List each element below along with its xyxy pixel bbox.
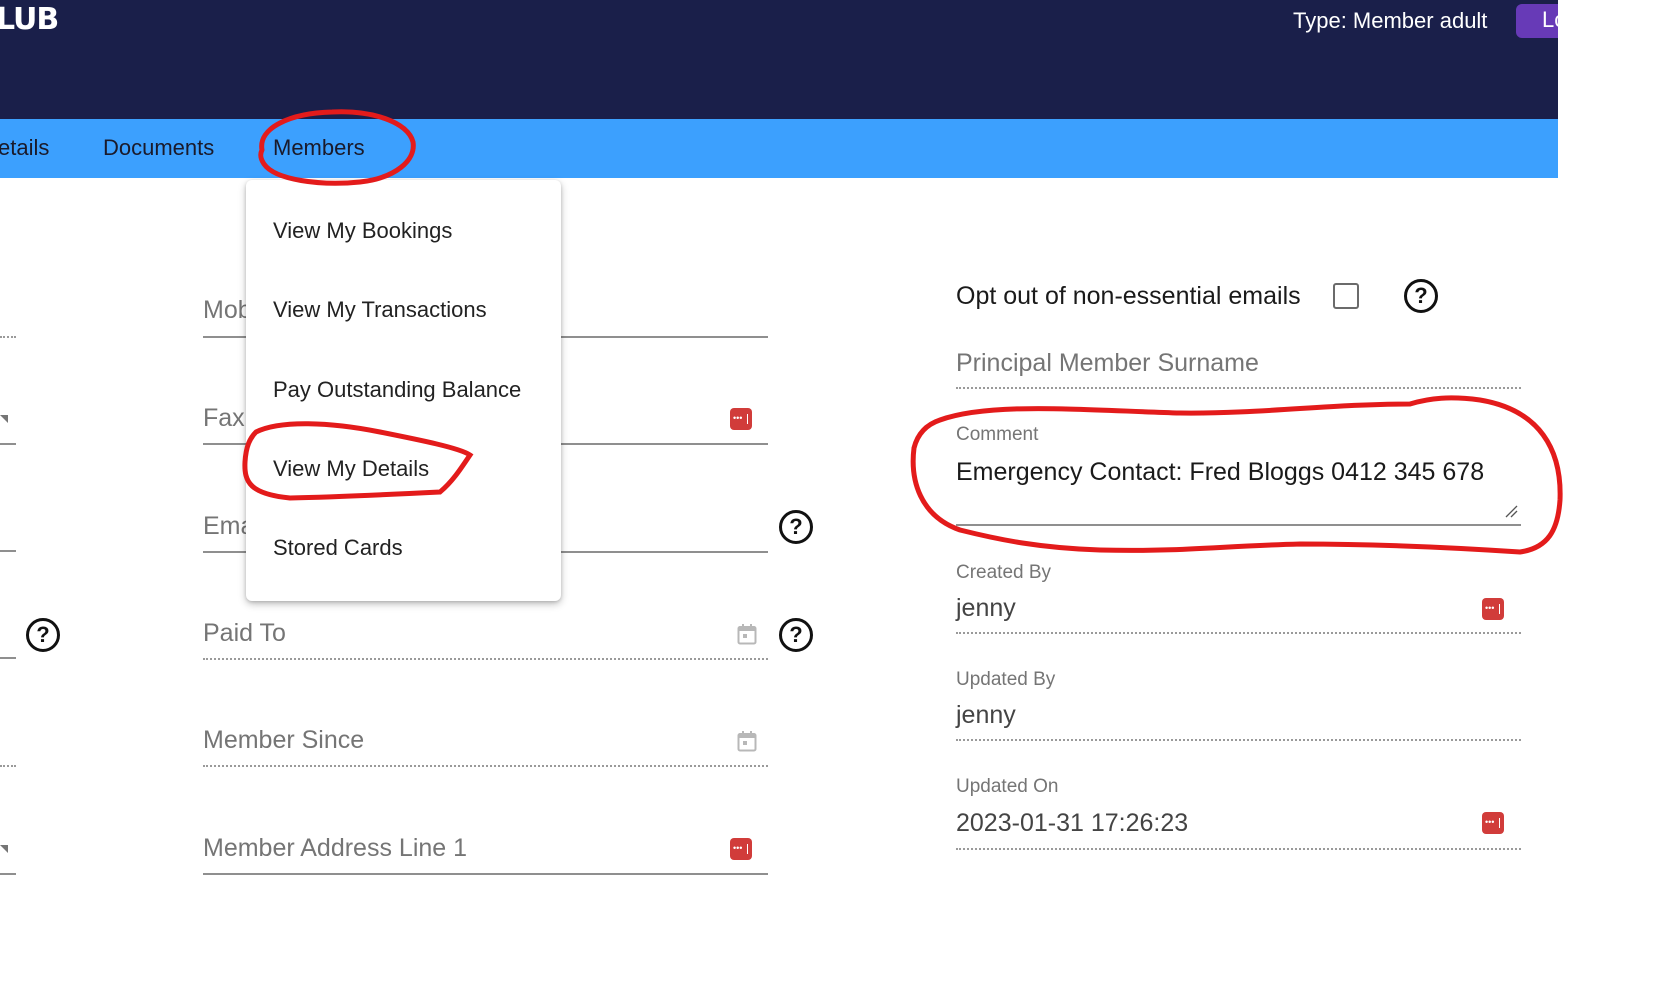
menu-item-view-my-details[interactable]: View My Details — [273, 456, 429, 482]
comment-underline — [956, 524, 1521, 526]
left-field-underline — [0, 657, 16, 659]
member-type-label: Type: Member adult — [1293, 8, 1488, 33]
menu-item-view-my-bookings[interactable]: View My Bookings — [273, 218, 452, 244]
nav-item-details[interactable]: etails — [0, 135, 49, 161]
comment-value[interactable]: Emergency Contact: Fred Bloggs 0412 345 … — [956, 458, 1484, 487]
opt-out-emails-label: Opt out of non-essential emails — [956, 282, 1301, 310]
main-nav: etails Documents Members — [0, 119, 1558, 178]
member-since-label: Member Since — [203, 726, 365, 754]
member-since-underline — [203, 765, 768, 767]
top-header: LUB Type: Member adult Lo — [0, 0, 1576, 119]
nav-item-documents[interactable]: Documents — [103, 135, 214, 161]
fax-label: Fax — [203, 404, 245, 432]
opt-out-emails-checkbox[interactable] — [1333, 283, 1359, 309]
help-icon[interactable]: ? — [779, 618, 813, 652]
updated-on-label: Updated On — [956, 776, 1059, 797]
paid-to-underline — [203, 658, 768, 660]
principal-member-surname-field[interactable]: Principal Member Surname — [956, 345, 1521, 393]
page: LUB Type: Member adult Lo etails Documen… — [0, 0, 1576, 999]
updated-on-field[interactable]: Updated On 2023-01-31 17:26:23 — [956, 774, 1521, 852]
created-by-label: Created By — [956, 562, 1052, 583]
comment-field[interactable]: Comment Emergency Contact: Fred Bloggs 0… — [956, 422, 1521, 530]
principal-member-surname-label: Principal Member Surname — [956, 349, 1259, 377]
created-by-underline — [956, 632, 1521, 634]
mobile-label: Mob — [203, 296, 252, 324]
lastpass-icon[interactable] — [730, 838, 752, 860]
lastpass-icon[interactable] — [1482, 812, 1504, 834]
left-field-underline — [0, 873, 16, 875]
updated-by-value: jenny — [956, 701, 1016, 729]
updated-on-underline — [956, 848, 1521, 850]
club-logo[interactable]: LUB — [0, 2, 59, 37]
calendar-icon[interactable] — [737, 730, 757, 752]
address-line-1-label: Member Address Line 1 — [203, 834, 468, 862]
comment-label: Comment — [956, 424, 1039, 445]
address-line-1-underline — [203, 873, 768, 875]
calendar-icon[interactable] — [737, 623, 757, 645]
opt-out-emails-row: Opt out of non-essential emails — [956, 280, 1436, 314]
help-icon[interactable]: ? — [26, 618, 60, 652]
lastpass-icon[interactable] — [1482, 598, 1504, 620]
address-line-1-field[interactable]: Member Address Line 1 — [203, 828, 768, 878]
paid-to-label: Paid To — [203, 619, 286, 647]
help-icon[interactable]: ? — [779, 510, 813, 544]
updated-by-label: Updated By — [956, 669, 1056, 690]
created-by-value: jenny — [956, 594, 1016, 622]
nav-item-members[interactable]: Members — [273, 135, 365, 161]
paid-to-field[interactable]: Paid To — [203, 613, 768, 663]
member-since-field[interactable]: Member Since — [203, 720, 768, 770]
menu-item-stored-cards[interactable]: Stored Cards — [273, 535, 403, 561]
left-field-underline — [0, 443, 16, 445]
menu-item-view-my-transactions[interactable]: View My Transactions — [273, 297, 487, 323]
left-field-underline — [0, 550, 16, 552]
resize-handle-icon[interactable] — [1504, 504, 1518, 518]
help-icon[interactable]: ? — [1404, 279, 1438, 313]
principal-surname-underline — [956, 387, 1521, 389]
dropdown-caret-icon[interactable] — [0, 415, 8, 423]
menu-item-pay-outstanding-balance[interactable]: Pay Outstanding Balance — [273, 377, 521, 403]
created-by-field[interactable]: Created By jenny — [956, 560, 1521, 636]
left-field-underline — [0, 336, 16, 338]
updated-by-field[interactable]: Updated By jenny — [956, 667, 1521, 743]
members-dropdown-menu: View My Bookings View My Transactions Pa… — [246, 180, 561, 601]
lastpass-icon[interactable] — [730, 408, 752, 430]
page-edge — [1558, 0, 1661, 999]
updated-on-value: 2023-01-31 17:26:23 — [956, 809, 1189, 837]
dropdown-caret-icon[interactable] — [0, 845, 8, 853]
left-field-underline — [0, 765, 16, 767]
updated-by-underline — [956, 739, 1521, 741]
